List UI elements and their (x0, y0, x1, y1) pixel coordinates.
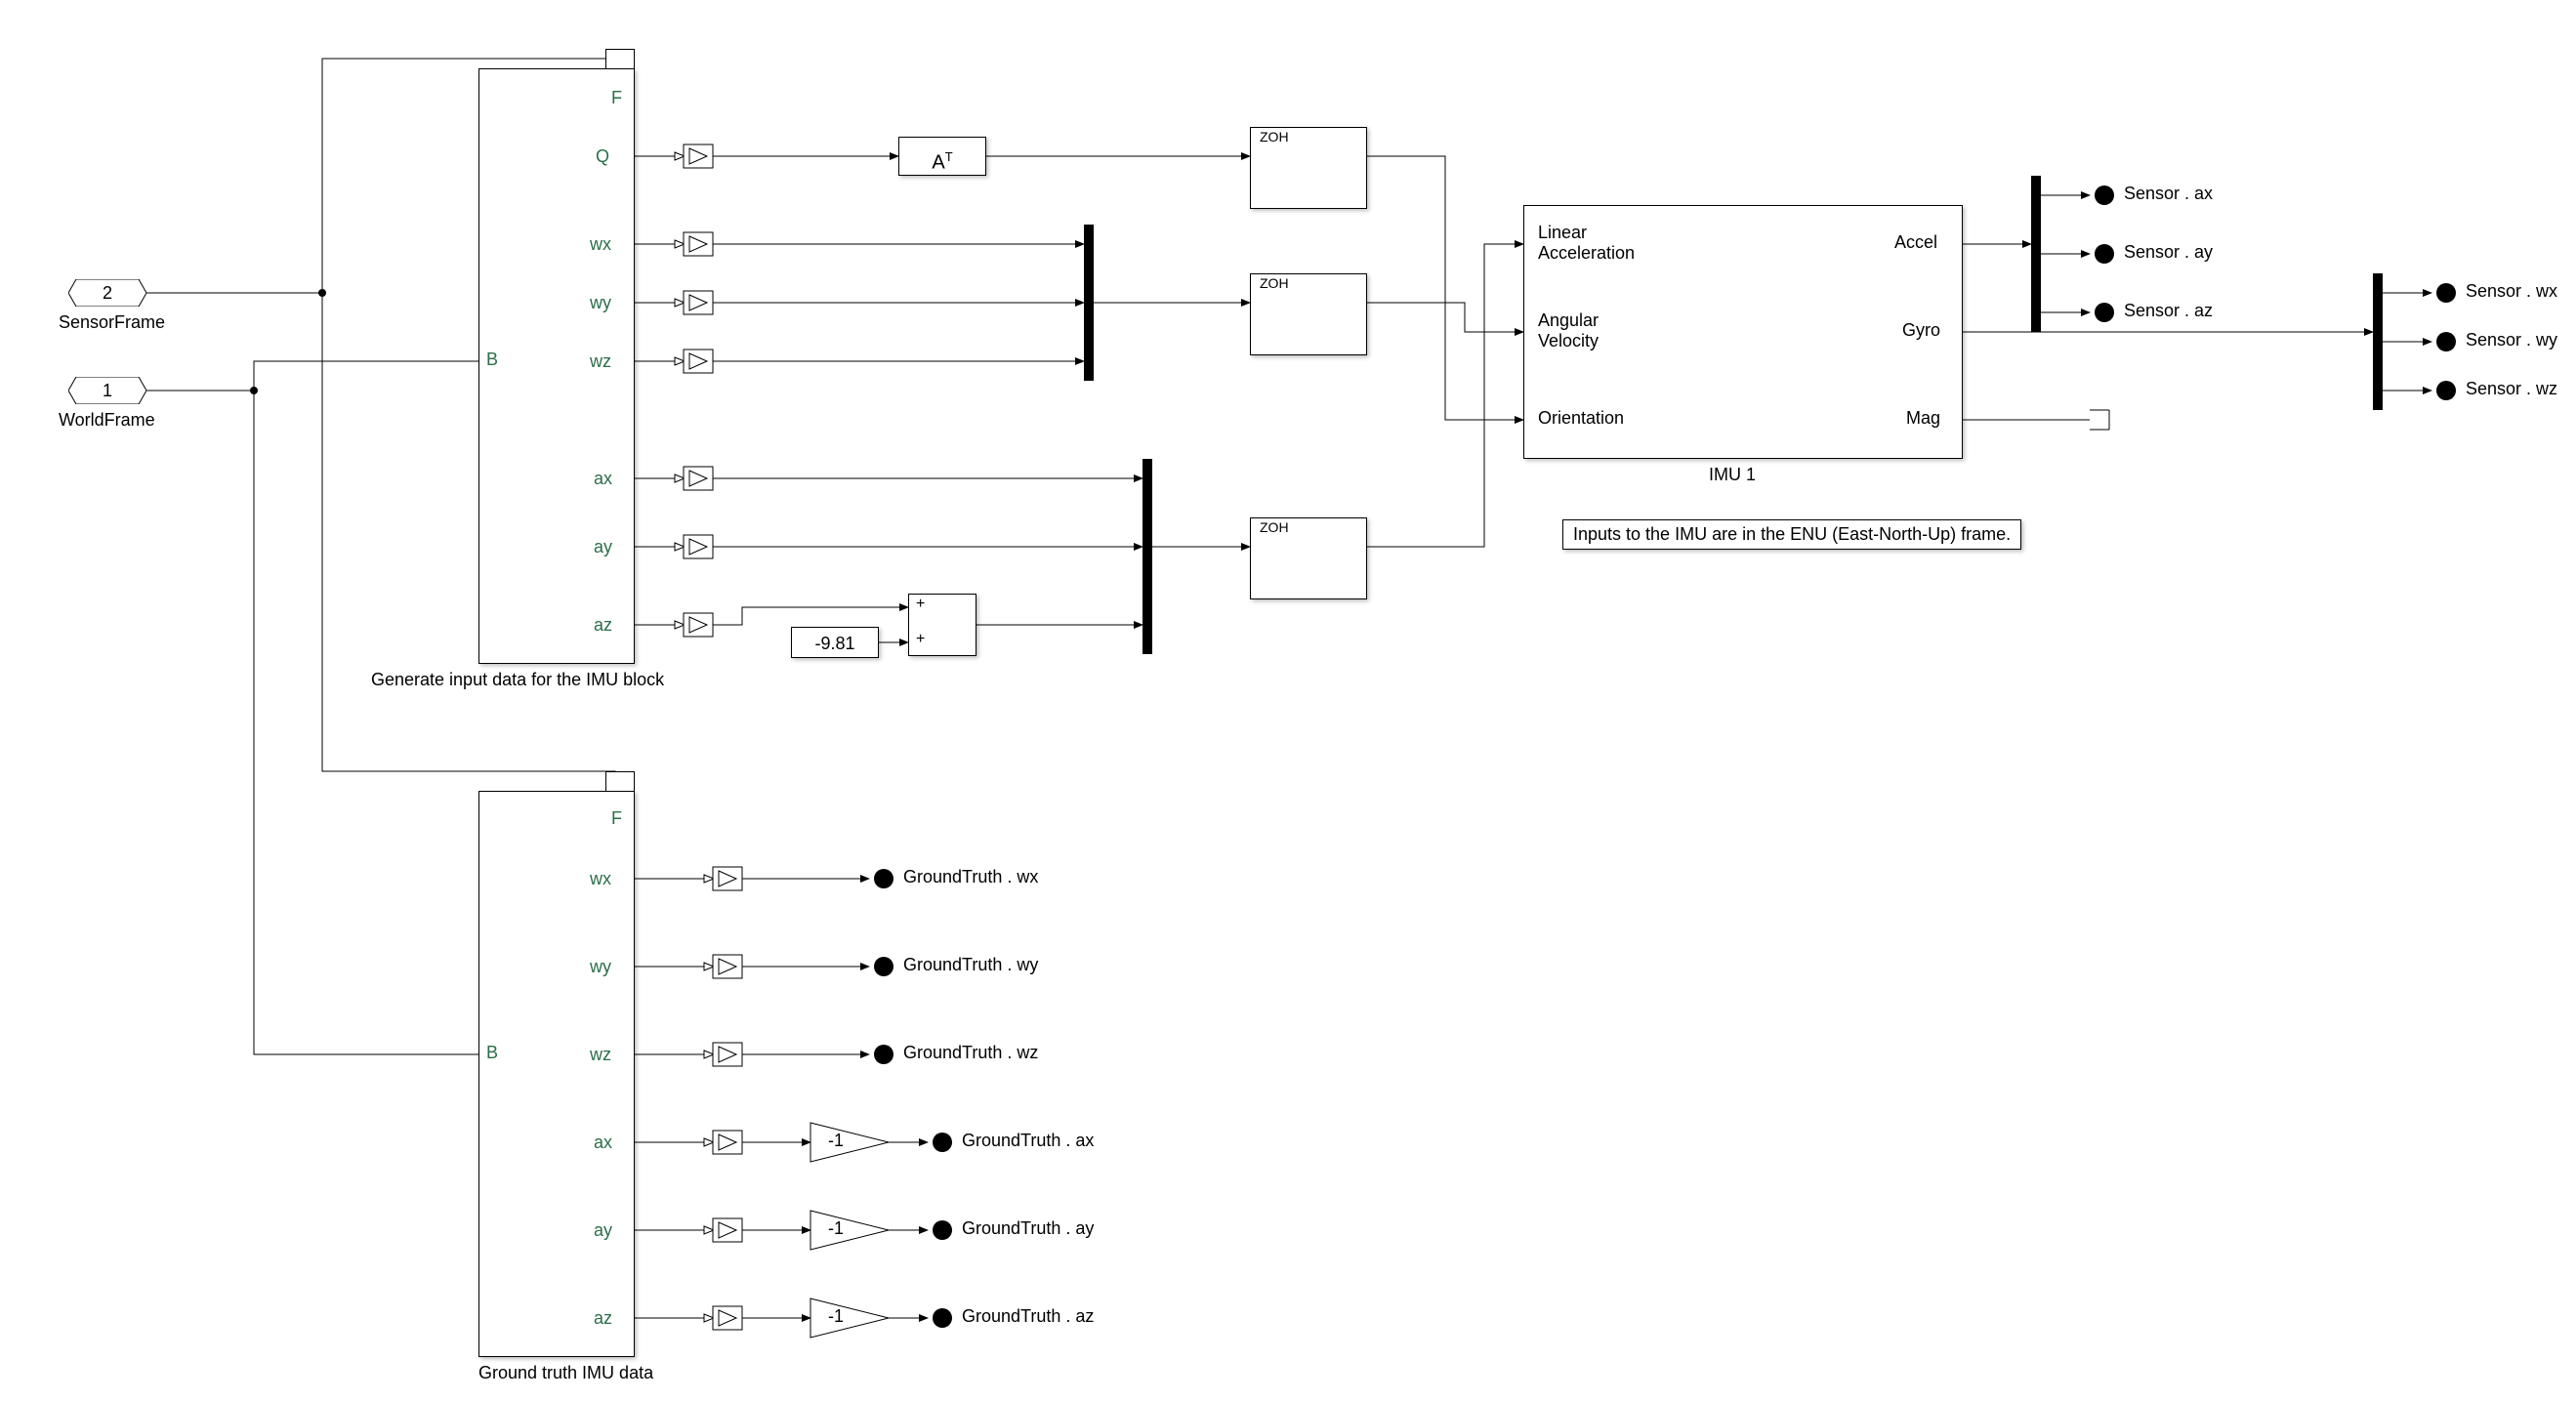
transform-sensor-bottom-title: Ground truth IMU data (478, 1363, 653, 1383)
mux-angular-velocity[interactable] (1084, 225, 1094, 381)
goto-sensor-wx: Sensor . wx (2466, 281, 2557, 302)
transform-sensor-top-title: Generate input data for the IMU block (371, 670, 664, 690)
goto-gt-az: GroundTruth . az (962, 1306, 1094, 1327)
imu-in-orient: Orientation (1538, 408, 1624, 429)
imu-title: IMU 1 (1709, 465, 1756, 485)
transform-port-ax: ax (594, 469, 612, 489)
goto-gt-wy: GroundTruth . wy (903, 955, 1038, 975)
demux-accel[interactable] (2031, 176, 2041, 332)
zoh-linaccel-label: ZOH (1260, 519, 1289, 535)
sum-plus-1: + (916, 596, 925, 613)
goto-sensor-wy: Sensor . wy (2466, 330, 2557, 350)
transpose-super: T (945, 149, 953, 164)
imu-out-accel: Accel (1894, 232, 1937, 253)
imu-in-angvel: Angular Velocity (1538, 310, 1599, 351)
annotation-enu[interactable]: Inputs to the IMU are in the ENU (East-N… (1562, 519, 2021, 550)
inport-world-frame-number: 1 (68, 377, 146, 404)
goto-sensor-ax: Sensor . ax (2124, 184, 2213, 204)
goto-gt-wz: GroundTruth . wz (903, 1043, 1038, 1063)
inport-sensor-frame[interactable]: 2 (68, 279, 146, 309)
inport-world-frame-label: WorldFrame (59, 410, 155, 431)
gt-port-ax: ax (594, 1133, 612, 1153)
imu-in-linaccel: Linear Acceleration (1538, 223, 1635, 264)
gt-port-wx: wx (590, 869, 611, 889)
demux-gyro[interactable] (2373, 273, 2383, 410)
goto-gt-wx: GroundTruth . wx (903, 867, 1038, 887)
transform-sensor-top[interactable] (478, 68, 635, 664)
sum-plus-2: + (916, 631, 925, 648)
gain-neg1-az: -1 (828, 1306, 844, 1327)
goto-gt-ax: GroundTruth . ax (962, 1131, 1094, 1151)
constant-gravity[interactable]: -9.81 (791, 627, 879, 658)
transform-port-b-top: B (486, 350, 498, 370)
transform-sensor-top-f-stub (605, 49, 635, 68)
diagram-canvas: 2 SensorFrame 1 WorldFrame F B Q wx wy w… (0, 0, 2576, 1401)
transform-sensor-bottom-f-stub (605, 771, 635, 791)
gt-port-f: F (611, 808, 622, 829)
goto-sensor-az: Sensor . az (2124, 301, 2213, 321)
imu-out-mag: Mag (1906, 408, 1940, 429)
gain-neg1-ay: -1 (828, 1218, 844, 1239)
gt-port-b: B (486, 1043, 498, 1063)
transform-port-wx: wx (590, 234, 611, 255)
zoh-orientation-label: ZOH (1260, 129, 1289, 144)
wiring-svg (0, 0, 2576, 1401)
imu-out-gyro: Gyro (1902, 320, 1940, 341)
transform-port-q: Q (596, 146, 609, 167)
goto-sensor-wz: Sensor . wz (2466, 379, 2557, 399)
transform-sensor-bottom[interactable] (478, 791, 635, 1357)
transform-port-wy: wy (590, 293, 611, 313)
inport-world-frame[interactable]: 1 (68, 377, 146, 407)
gt-port-ay: ay (594, 1220, 612, 1241)
gt-port-wz: wz (590, 1045, 611, 1065)
transform-port-az: az (594, 615, 612, 636)
transform-port-f-top: F (611, 88, 622, 108)
goto-gt-ay: GroundTruth . ay (962, 1218, 1094, 1239)
transform-port-wz: wz (590, 351, 611, 372)
transpose-block[interactable]: AT (898, 137, 986, 176)
zoh-angvel-label: ZOH (1260, 275, 1289, 291)
gt-port-wy: wy (590, 957, 611, 977)
inport-sensor-frame-number: 2 (68, 279, 146, 307)
transform-port-ay: ay (594, 537, 612, 557)
gt-port-az: az (594, 1308, 612, 1329)
mux-linear-accel[interactable] (1143, 459, 1152, 654)
goto-sensor-ay: Sensor . ay (2124, 242, 2213, 263)
gain-neg1-ax: -1 (828, 1131, 844, 1151)
inport-sensor-frame-label: SensorFrame (59, 312, 165, 333)
transpose-label: A (932, 152, 944, 174)
